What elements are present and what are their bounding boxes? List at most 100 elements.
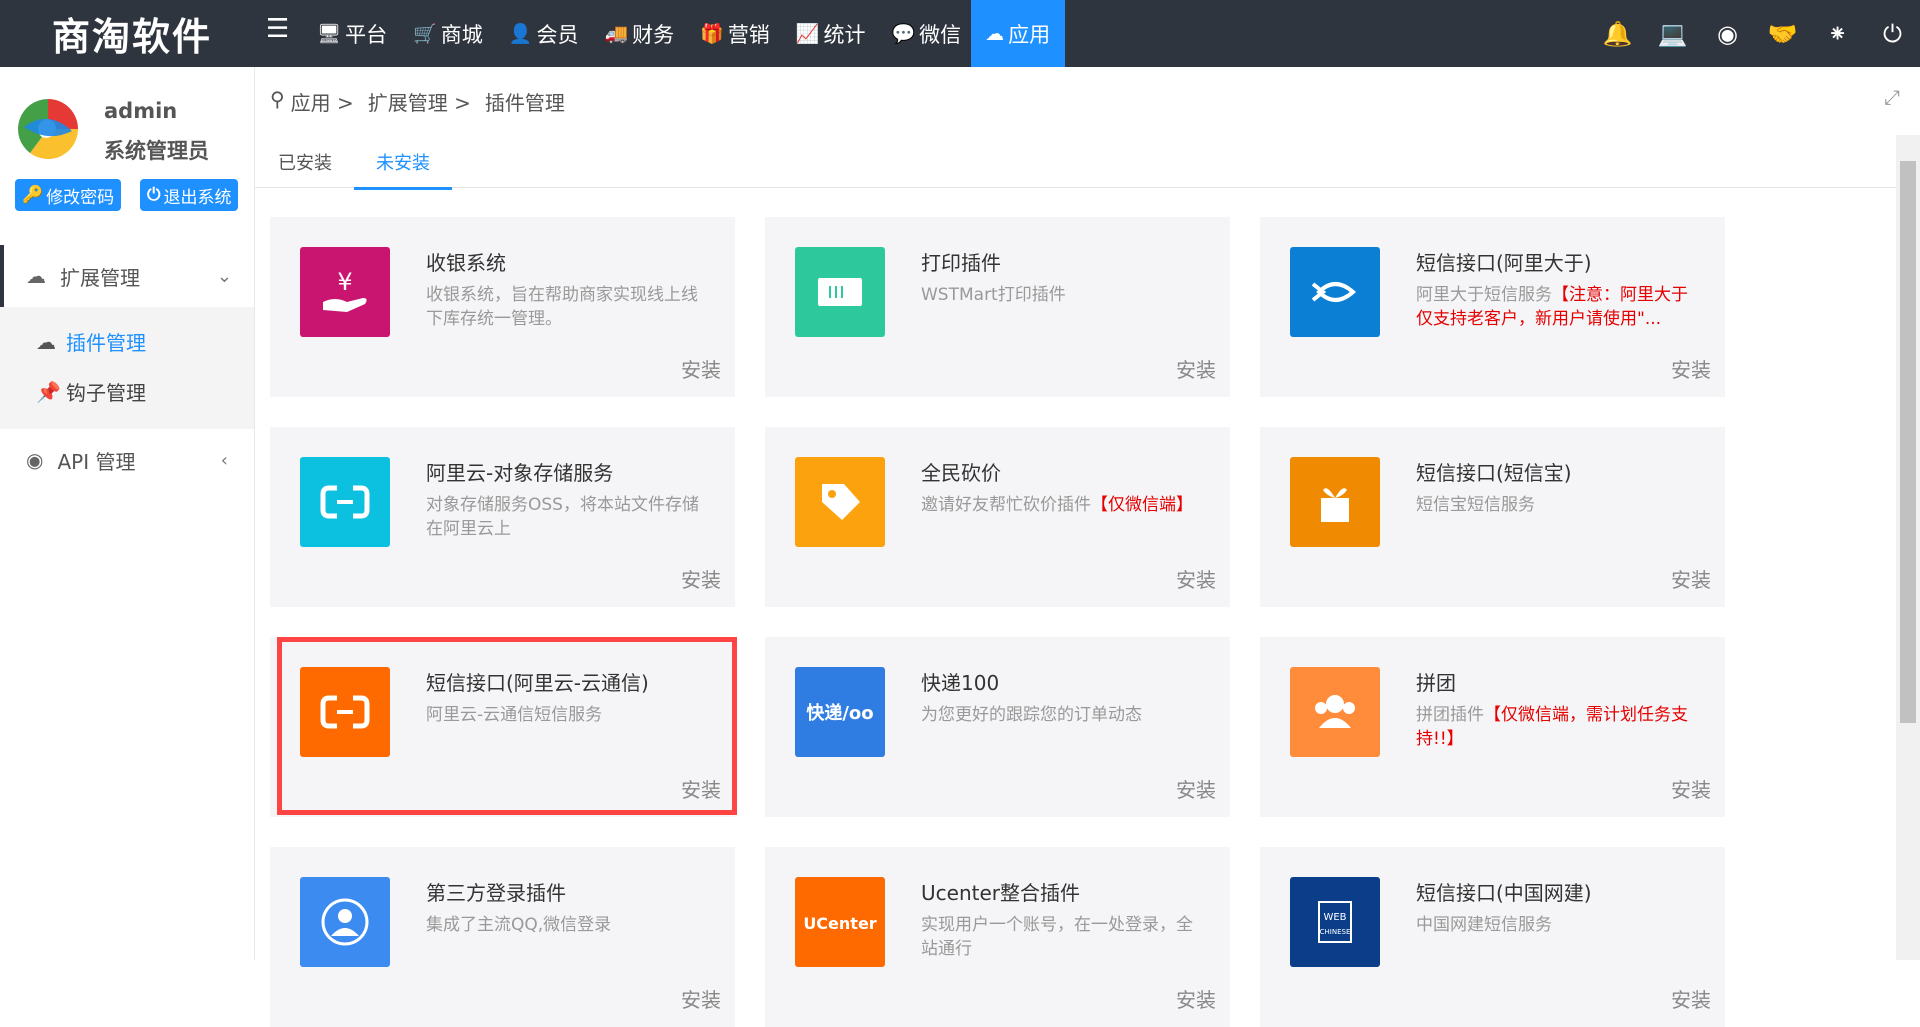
plugin-card: 全民砍价邀请好友帮忙砍价插件【仅微信端】安装	[765, 427, 1230, 607]
nav-stats[interactable]: 📈 统计	[792, 0, 870, 67]
plugin-card: 阿里云-对象存储服务 对象存储服务OSS，将本站文件存储在阿里云上 安装	[270, 427, 735, 607]
top-bar: 商淘软件 ☰ 🖥 平台 🛒 商城 👤 会员 🚚 财务 🎁 营销 📈 统计 💬 微信 ☁ 应用 🔔…	[0, 0, 1920, 67]
change-password-button[interactable]: 🔑 修改密码	[15, 179, 122, 211]
sidebar-submenu: ☁ 插件管理 📌 钩子管理	[0, 307, 254, 429]
user-name: admin	[104, 99, 178, 123]
wechat-icon: 💬	[891, 23, 916, 45]
plugin-card: 第三方登录插件 集成了主流QQ,微信登录 安装	[270, 847, 735, 1027]
chevron-down-icon: ⌄	[216, 265, 232, 287]
webchinese-logo-text-2: CHINESE	[1320, 928, 1351, 936]
handshake-icon[interactable]: 🤝	[1755, 20, 1810, 48]
install-button[interactable]: 安装	[1176, 984, 1216, 1013]
nav-wechat[interactable]: 💬 微信	[887, 0, 965, 67]
install-button[interactable]: 安装	[681, 354, 721, 383]
install-button[interactable]: 安装	[1671, 564, 1711, 593]
sidebar-group-extension[interactable]: ☁ 扩展管理 ⌄	[0, 245, 258, 307]
chart-icon: 📈	[795, 23, 820, 45]
cloud-icon: ☁	[985, 22, 1005, 45]
install-button[interactable]: 安装	[1176, 774, 1216, 803]
plugin-title: 全民砍价	[921, 461, 1001, 485]
sidebar: admin 系统管理员 🔑 修改密码 ⏻ 退出系统 ☁ 扩展管理 ⌄ ☁ 插件管理 📌…	[0, 67, 255, 960]
plugin-title: 打印插件	[921, 251, 1001, 275]
group-icon	[1290, 667, 1380, 757]
chevron-left-icon: ‹	[220, 449, 228, 471]
plugin-card: 打印插件 WSTMart打印插件安装	[765, 217, 1230, 397]
plugin-card: 快递/oo 快递100 为您更好的跟踪您的订单动态安装	[765, 637, 1230, 817]
plugin-title: 短信接口(阿里大于)	[1416, 251, 1592, 275]
cloud-download-icon: ☁	[36, 329, 56, 354]
breadcrumb-extension[interactable]: 扩展管理 >	[368, 87, 471, 116]
plugin-title: Ucenter整合插件	[921, 881, 1080, 905]
sidebar-item-hooks[interactable]: 📌 钩子管理	[36, 377, 146, 406]
cloud-icon: ☁	[26, 264, 46, 288]
plugin-desc: WSTMart打印插件	[921, 285, 1066, 305]
plugin-title: 阿里云-对象存储服务	[426, 461, 614, 485]
install-button[interactable]: 安装	[681, 564, 721, 593]
plugin-card: WEB CHINESE 短信接口(中国网建) 中国网建短信服务安装	[1260, 847, 1725, 1027]
key-icon: 🔑	[22, 185, 44, 205]
monitor-icon: 🖥	[317, 23, 342, 45]
sidebar-item-plugins[interactable]: ☁ 插件管理	[36, 327, 146, 356]
breadcrumb-apps[interactable]: 应用 >	[291, 87, 354, 116]
gift-icon: 🎁	[700, 23, 724, 45]
plugin-title: 短信接口(短信宝)	[1416, 461, 1572, 485]
spinner-icon[interactable]: ⁕	[1810, 20, 1865, 48]
install-button[interactable]: 安装	[681, 984, 721, 1013]
scrollbar[interactable]	[1896, 135, 1920, 960]
plugin-title: 收银系统	[426, 251, 506, 275]
sidebar-group-api[interactable]: ◉ API 管理 ‹	[0, 429, 254, 491]
install-button[interactable]: 安装	[1176, 564, 1216, 593]
logout-button[interactable]: ⏻ 退出系统	[140, 179, 239, 211]
plugin-title: 短信接口(中国网建)	[1416, 881, 1592, 905]
install-button[interactable]: 安装	[1671, 984, 1711, 1013]
logo: 商淘软件	[52, 14, 213, 59]
plugin-desc: 收银系统，旨在帮助商家实现线上线下库存统一管理。	[426, 285, 698, 329]
nav-mall[interactable]: 🛒 商城	[409, 0, 487, 67]
webchinese-icon: WEB CHINESE	[1290, 877, 1380, 967]
location-icon[interactable]: ◉	[1700, 20, 1755, 48]
install-button[interactable]: 安装	[1671, 774, 1711, 803]
ucenter-icon: UCenter	[795, 877, 885, 967]
tab-installed[interactable]: 已安装	[278, 149, 332, 187]
truck-icon: 🚚	[604, 23, 629, 45]
breadcrumb: ⚲ 应用 > 扩展管理 > 插件管理	[270, 87, 579, 116]
plugin-title: 快递100	[921, 671, 1000, 695]
kuaidi-logo-text: 快递/oo	[806, 702, 873, 724]
menu-toggle-icon[interactable]: ☰	[266, 14, 289, 44]
plugin-card: 短信接口(短信宝) 短信宝短信服务 安装	[1260, 427, 1725, 607]
plugin-desc: 拼团插件【仅微信端，需计划任务支持!!】	[1416, 705, 1688, 749]
kuaidi-icon: 快递/oo	[795, 667, 885, 757]
fullscreen-icon[interactable]: ⤢	[1884, 85, 1900, 109]
tab-not-installed[interactable]: 未安装	[354, 149, 452, 190]
nav-platform[interactable]: 🖥 平台	[313, 0, 391, 67]
install-button[interactable]: 安装	[1176, 354, 1216, 383]
nav-member[interactable]: 👤 会员	[505, 0, 583, 67]
install-button[interactable]: 安装	[1671, 354, 1711, 383]
plugin-desc: 阿里大于短信服务【注意：阿里大于仅支持老客户，新用户请使用"...	[1416, 285, 1688, 329]
nav-marketing[interactable]: 🎁 营销	[696, 0, 774, 67]
desktop-icon[interactable]: 💻	[1645, 20, 1700, 48]
top-icons: 🔔 💻 ◉ 🤝 ⁕ ⏻	[1590, 0, 1920, 67]
tag-icon	[795, 457, 885, 547]
plugin-desc: 中国网建短信服务	[1416, 915, 1552, 935]
selection-highlight	[277, 637, 737, 815]
power-icon[interactable]: ⏻	[1865, 20, 1920, 48]
plugin-card: 拼团 拼团插件【仅微信端，需计划任务支持!!】 安装	[1260, 637, 1725, 817]
main-nav: 🖥 平台 🛒 商城 👤 会员 🚚 财务 🎁 营销 📈 统计 💬 微信 ☁ 应用	[313, 0, 1083, 67]
plugin-desc: 邀请好友帮忙砍价插件【仅微信端】	[921, 495, 1193, 515]
pin-icon: 📌	[36, 379, 61, 404]
nav-apps[interactable]: ☁ 应用	[971, 0, 1066, 67]
avatar	[16, 97, 80, 161]
location-icon: ⚲	[270, 87, 285, 111]
scrollbar-thumb[interactable]	[1900, 161, 1916, 723]
nav-finance[interactable]: 🚚 财务	[600, 0, 678, 67]
cashier-icon: ¥	[300, 247, 390, 337]
plugin-title: 第三方登录插件	[426, 881, 566, 905]
user-circle-icon	[300, 877, 390, 967]
plugin-card: ¥ 收银系统收银系统，旨在帮助商家实现线上线下库存统一管理。安装	[270, 217, 735, 397]
fish-icon	[1290, 247, 1380, 337]
plugin-desc: 为您更好的跟踪您的订单动态	[921, 705, 1142, 725]
record-icon: ◉	[26, 448, 44, 472]
main-content: ⚲ 应用 > 扩展管理 > 插件管理 ⤢ 已安装 未安装 ¥ 收银系统收银系统，旨…	[255, 67, 1920, 1027]
bell-icon[interactable]: 🔔	[1590, 20, 1645, 48]
